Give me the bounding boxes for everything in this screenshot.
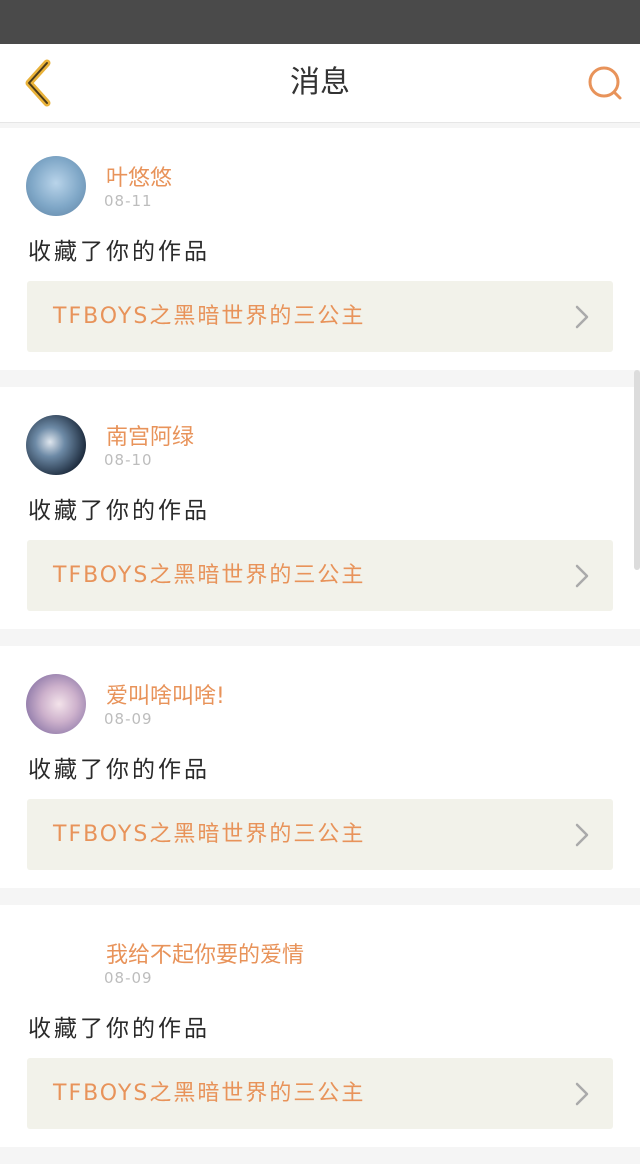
nav-bar: 消息 <box>0 44 640 123</box>
username[interactable]: 我给不起你要的爱情 <box>106 937 304 969</box>
username[interactable]: 爱叫啥叫啥! <box>106 678 225 710</box>
message-list: 叶悠悠 08-11 收藏了你的作品 TFBOYS之黑暗世界的三公主 南宫阿绿 0… <box>0 128 640 1164</box>
message-date: 08-09 <box>104 710 153 728</box>
chevron-right-icon <box>575 564 589 588</box>
work-link[interactable]: TFBOYS之黑暗世界的三公主 <box>27 799 613 870</box>
search-button[interactable] <box>580 58 630 108</box>
work-title: TFBOYS之黑暗世界的三公主 <box>53 1081 366 1106</box>
message-date: 08-10 <box>104 451 153 469</box>
message-card: 我给不起你要的爱情 08-09 收藏了你的作品 TFBOYS之黑暗世界的三公主 <box>0 905 640 1147</box>
page-title: 消息 <box>290 65 350 100</box>
message-date: 08-09 <box>104 969 153 987</box>
message-card: 南宫阿绿 08-10 收藏了你的作品 TFBOYS之黑暗世界的三公主 <box>0 387 640 629</box>
status-bar <box>0 0 640 44</box>
avatar[interactable] <box>26 674 86 734</box>
scrollbar[interactable] <box>634 370 640 570</box>
avatar[interactable] <box>26 415 86 475</box>
work-link[interactable]: TFBOYS之黑暗世界的三公主 <box>27 1058 613 1129</box>
username[interactable]: 南宫阿绿 <box>106 419 194 451</box>
action-text: 收藏了你的作品 <box>28 239 210 265</box>
work-link[interactable]: TFBOYS之黑暗世界的三公主 <box>27 540 613 611</box>
message-date: 08-11 <box>104 192 153 210</box>
avatar[interactable] <box>26 156 86 216</box>
message-card: 叶悠悠 08-11 收藏了你的作品 TFBOYS之黑暗世界的三公主 <box>0 128 640 370</box>
work-title: TFBOYS之黑暗世界的三公主 <box>53 822 366 847</box>
chevron-right-icon <box>575 823 589 847</box>
action-text: 收藏了你的作品 <box>28 757 210 783</box>
chevron-right-icon <box>575 305 589 329</box>
work-link[interactable]: TFBOYS之黑暗世界的三公主 <box>27 281 613 352</box>
avatar[interactable] <box>26 933 86 993</box>
message-card: 爱叫啥叫啥! 08-09 收藏了你的作品 TFBOYS之黑暗世界的三公主 <box>0 646 640 888</box>
work-title: TFBOYS之黑暗世界的三公主 <box>53 563 366 588</box>
work-title: TFBOYS之黑暗世界的三公主 <box>53 304 366 329</box>
username[interactable]: 叶悠悠 <box>106 160 172 192</box>
chevron-right-icon <box>575 1082 589 1106</box>
search-icon <box>588 66 622 100</box>
action-text: 收藏了你的作品 <box>28 498 210 524</box>
action-text: 收藏了你的作品 <box>28 1016 210 1042</box>
